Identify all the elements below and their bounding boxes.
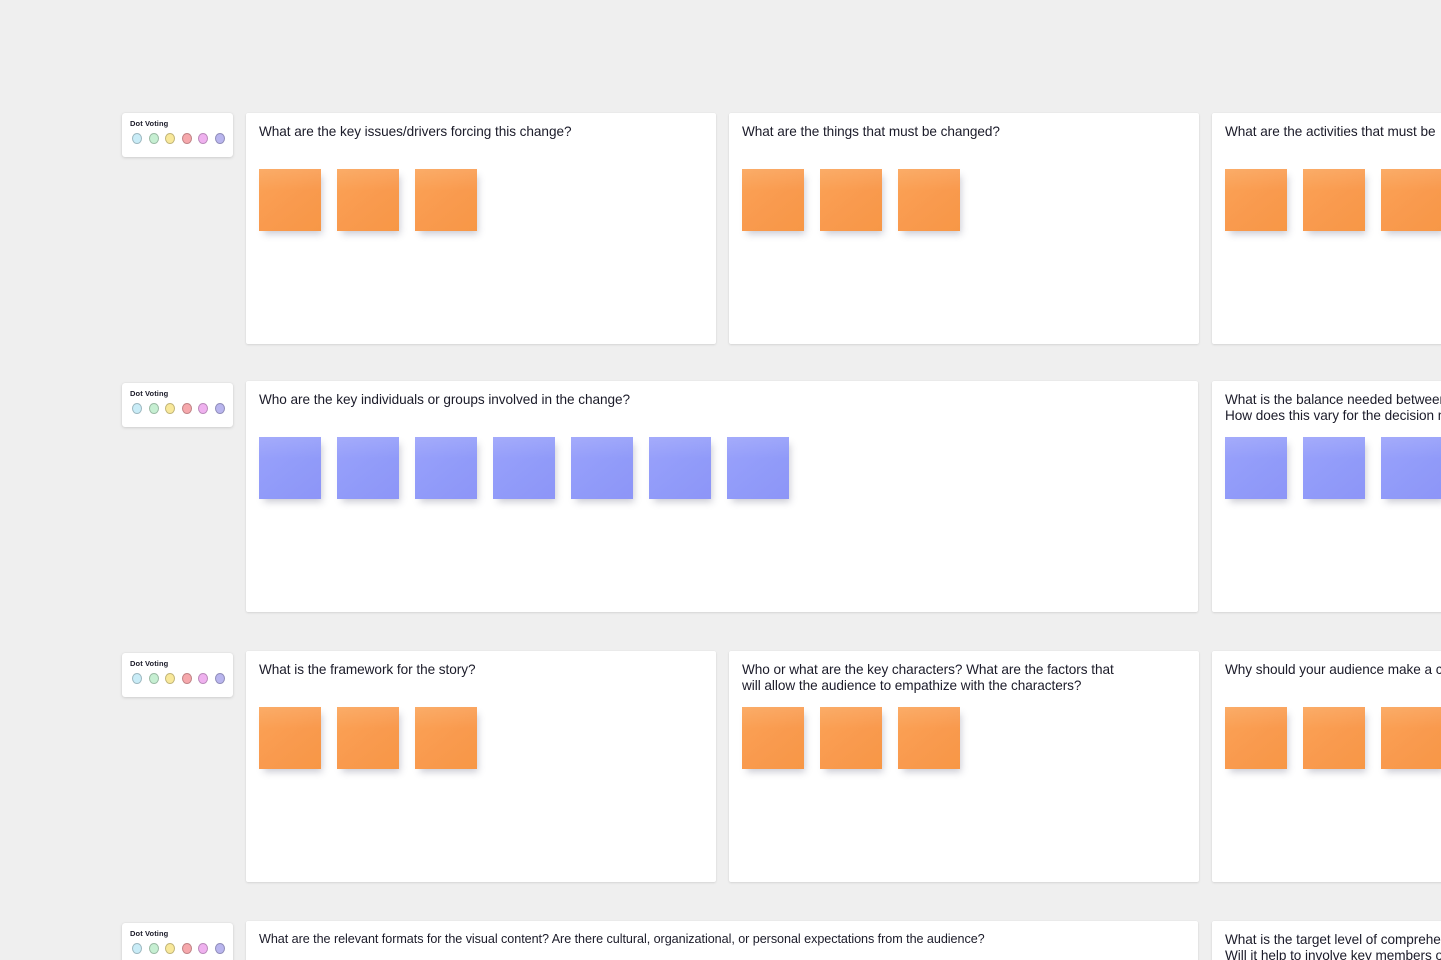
sticky-note[interactable] — [820, 707, 882, 769]
sticky-note[interactable] — [259, 437, 321, 499]
dot-purple-icon[interactable] — [214, 673, 225, 684]
frame-relevant-formats[interactable]: What are the relevant formats for the vi… — [246, 921, 1198, 960]
frame-title: What is the balance needed between How d… — [1225, 392, 1441, 423]
sticky-note-group — [259, 707, 477, 769]
sticky-note-group — [259, 437, 789, 499]
sticky-note[interactable] — [415, 437, 477, 499]
sticky-note[interactable] — [1225, 437, 1287, 499]
dot-voting-widget-4[interactable]: Dot Voting — [122, 923, 233, 960]
dot-yellow-icon[interactable] — [165, 673, 176, 684]
sticky-note[interactable] — [1303, 169, 1365, 231]
dot-voting-widget-3[interactable]: Dot Voting — [122, 653, 233, 697]
frame-things-changed[interactable]: What are the things that must be changed… — [729, 113, 1199, 344]
frame-audience-change[interactable]: Why should your audience make a ch — [1212, 651, 1441, 882]
sticky-note[interactable] — [337, 437, 399, 499]
dot-yellow-icon[interactable] — [165, 133, 176, 144]
dot-voting-title: Dot Voting — [130, 119, 169, 128]
dot-red-icon[interactable] — [181, 943, 192, 954]
sticky-note[interactable] — [649, 437, 711, 499]
dot-voting-title: Dot Voting — [130, 659, 169, 668]
frame-title: What are the activities that must be — [1225, 124, 1436, 139]
dot-voting-widget-1[interactable]: Dot Voting — [122, 113, 233, 157]
dot-yellow-icon[interactable] — [165, 403, 176, 414]
sticky-note-group — [742, 169, 960, 231]
dot-voting-title: Dot Voting — [130, 389, 169, 398]
frame-title: What are the things that must be changed… — [742, 124, 1000, 139]
frame-title: What are the key issues/drivers forcing … — [259, 124, 572, 139]
sticky-note[interactable] — [259, 169, 321, 231]
dot-green-icon[interactable] — [148, 673, 159, 684]
dot-red-icon[interactable] — [181, 403, 192, 414]
dot-pink-icon[interactable] — [198, 403, 209, 414]
sticky-note[interactable] — [1225, 169, 1287, 231]
sticky-note[interactable] — [337, 169, 399, 231]
dot-red-icon[interactable] — [181, 133, 192, 144]
dot-voting-palette — [130, 943, 225, 954]
sticky-note[interactable] — [898, 169, 960, 231]
frame-title: What are the relevant formats for the vi… — [259, 932, 985, 946]
frame-title: Who are the key individuals or groups in… — [259, 392, 631, 407]
frame-balance[interactable]: What is the balance needed between How d… — [1212, 381, 1441, 612]
sticky-note[interactable] — [571, 437, 633, 499]
sticky-note[interactable] — [259, 707, 321, 769]
dot-yellow-icon[interactable] — [165, 943, 176, 954]
frame-key-characters[interactable]: Who or what are the key characters? What… — [729, 651, 1199, 882]
sticky-note[interactable] — [415, 169, 477, 231]
sticky-note[interactable] — [1303, 437, 1365, 499]
sticky-note[interactable] — [898, 707, 960, 769]
sticky-note[interactable] — [1381, 437, 1441, 499]
dot-blue-icon[interactable] — [132, 673, 143, 684]
frame-title: What is the framework for the story? — [259, 662, 476, 677]
sticky-note[interactable] — [1381, 169, 1441, 231]
sticky-note[interactable] — [493, 437, 555, 499]
frame-key-issues[interactable]: What are the key issues/drivers forcing … — [246, 113, 716, 344]
whiteboard-canvas[interactable]: Dot Voting Dot Voting Dot Voting Dot Vot… — [0, 0, 1441, 960]
frame-title: Why should your audience make a ch — [1225, 662, 1441, 677]
dot-voting-palette — [130, 403, 225, 414]
frame-title: Who or what are the key characters? What… — [742, 662, 1114, 693]
sticky-note-group — [1225, 707, 1441, 769]
sticky-note[interactable] — [742, 707, 804, 769]
dot-voting-palette — [130, 673, 225, 684]
dot-voting-palette — [130, 133, 225, 144]
sticky-note[interactable] — [742, 169, 804, 231]
frame-title: What is the target level of comprehe Wil… — [1225, 932, 1441, 960]
sticky-note-group — [1225, 437, 1441, 499]
sticky-note-group — [259, 169, 477, 231]
dot-pink-icon[interactable] — [198, 673, 209, 684]
dot-voting-widget-2[interactable]: Dot Voting — [122, 383, 233, 427]
dot-green-icon[interactable] — [148, 403, 159, 414]
dot-red-icon[interactable] — [181, 673, 192, 684]
dot-pink-icon[interactable] — [198, 133, 209, 144]
dot-voting-title: Dot Voting — [130, 929, 169, 938]
sticky-note[interactable] — [1381, 707, 1441, 769]
sticky-note-group — [1225, 169, 1441, 231]
dot-pink-icon[interactable] — [198, 943, 209, 954]
dot-blue-icon[interactable] — [132, 403, 143, 414]
dot-purple-icon[interactable] — [214, 133, 225, 144]
sticky-note-group — [742, 707, 960, 769]
frame-activities[interactable]: What are the activities that must be — [1212, 113, 1441, 344]
dot-blue-icon[interactable] — [132, 943, 143, 954]
frame-key-individuals[interactable]: Who are the key individuals or groups in… — [246, 381, 1198, 612]
dot-purple-icon[interactable] — [214, 403, 225, 414]
sticky-note[interactable] — [415, 707, 477, 769]
dot-purple-icon[interactable] — [214, 943, 225, 954]
frame-framework-story[interactable]: What is the framework for the story? — [246, 651, 716, 882]
dot-blue-icon[interactable] — [132, 133, 143, 144]
sticky-note[interactable] — [727, 437, 789, 499]
dot-green-icon[interactable] — [148, 133, 159, 144]
sticky-note[interactable] — [337, 707, 399, 769]
dot-green-icon[interactable] — [148, 943, 159, 954]
sticky-note[interactable] — [1225, 707, 1287, 769]
sticky-note[interactable] — [820, 169, 882, 231]
frame-comprehension[interactable]: What is the target level of comprehe Wil… — [1212, 921, 1441, 960]
sticky-note[interactable] — [1303, 707, 1365, 769]
